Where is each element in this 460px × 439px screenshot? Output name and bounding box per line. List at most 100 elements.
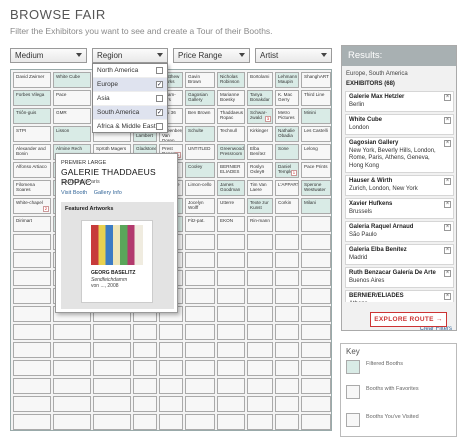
booth[interactable]: Pace [53,90,91,106]
booth[interactable]: Fitz-pat. [185,216,215,232]
booth[interactable] [247,306,273,322]
booth[interactable] [13,288,51,304]
booth[interactable]: David Zwirner [13,72,51,88]
booth[interactable] [275,306,299,322]
booth[interactable] [301,270,331,286]
visit-booth-link[interactable]: Visit Booth [61,190,87,196]
booth[interactable]: Pace Prints [301,162,331,178]
booth[interactable] [13,252,51,268]
booth[interactable]: Ben Brown [185,108,215,124]
booth[interactable] [93,324,131,340]
booth[interactable] [13,306,51,322]
booth[interactable] [275,252,299,268]
booth[interactable] [185,252,215,268]
booth[interactable]: Alexander and Bonin [13,144,51,160]
booth[interactable]: Corkin [275,198,299,214]
booth[interactable] [275,216,299,232]
booth[interactable]: Third Line [301,90,331,106]
booth[interactable] [185,270,215,286]
booth[interactable]: Minini [301,108,331,124]
booth[interactable] [301,396,331,412]
checkbox-europe[interactable]: ✓ [156,81,163,88]
booth[interactable] [53,360,91,376]
booth[interactable]: ShanghART [301,72,331,88]
booth[interactable] [13,360,51,376]
booth[interactable] [275,360,299,376]
booth[interactable] [53,378,91,394]
gallery-info-link[interactable]: Gallery Info [94,190,122,196]
region-option-south-america[interactable]: South America ✓ [93,106,167,120]
result-item[interactable]: White Cube London × [345,114,454,135]
checkbox-asia[interactable] [156,95,163,102]
booth[interactable]: Bortolami [247,72,273,88]
booth[interactable] [275,324,299,340]
region-option-africa-middle-east[interactable]: Africa & Middle East [93,120,167,134]
booth[interactable] [133,342,157,358]
booth[interactable] [275,378,299,394]
booth[interactable]: Nicholas Robinson [217,72,245,88]
booth[interactable]: Schulte [185,126,215,142]
booth[interactable] [185,414,215,430]
booth[interactable] [133,324,157,340]
booth[interactable]: Elba Benítez [247,144,273,160]
booth[interactable] [53,324,91,340]
booth[interactable] [185,306,215,322]
booth[interactable]: Filomena Soares [13,180,51,196]
booth[interactable] [159,360,183,376]
booth[interactable] [275,288,299,304]
booth[interactable]: Gagosian Gallery [185,90,215,106]
booth[interactable]: Utterre [217,198,245,214]
booth[interactable] [53,396,91,412]
booth[interactable] [13,270,51,286]
result-item[interactable]: Galerie Max Hetzler Berlin × [345,91,454,112]
result-item[interactable]: Ruth Benzacar Galería De Arte Buenos Aire… [345,267,454,288]
booth[interactable] [159,324,183,340]
booth[interactable] [275,234,299,250]
region-option-asia[interactable]: Asia [93,92,167,106]
remove-icon[interactable]: × [444,293,451,300]
booth[interactable]: Les Castelli [301,126,331,142]
booth[interactable] [13,324,51,340]
booth[interactable] [217,378,245,394]
booth[interactable] [217,270,245,286]
booth[interactable]: GMR [53,108,91,124]
artist-dropdown[interactable]: Artist [255,48,332,63]
booth[interactable] [185,234,215,250]
booth[interactable] [133,396,157,412]
artwork-card[interactable]: GEORG BASELITZ Sendfeichdamm von ..., 20… [81,220,153,303]
booth[interactable]: Schwar-zwald 3 [247,108,273,124]
booth[interactable] [133,378,157,394]
region-dropdown[interactable]: Region [92,48,168,63]
explore-route-button[interactable]: EXPLORE ROUTE → [370,312,447,327]
result-item[interactable]: Galeria Elba Benítez Madrid × [345,244,454,265]
booth[interactable] [275,342,299,358]
booth[interactable] [301,288,331,304]
result-item[interactable]: BERNIER/ELIADES Athens × [345,290,454,302]
remove-icon[interactable]: × [444,140,451,147]
booth[interactable] [217,360,245,376]
booth[interactable]: EKON [217,216,245,232]
medium-dropdown[interactable]: Medium [10,48,87,63]
booth[interactable] [185,288,215,304]
booth[interactable] [159,378,183,394]
remove-icon[interactable]: × [444,270,451,277]
booth[interactable]: Marianne Boesky [217,90,245,106]
booth[interactable] [247,234,273,250]
booth[interactable]: Sperone Westwater [301,180,331,196]
booth[interactable] [93,396,131,412]
booth[interactable]: L'APPART [275,180,299,196]
booth[interactable]: White-chapel 2 [13,198,51,214]
result-item[interactable]: Galeria Raquel Arnaud São Paulo × [345,221,454,242]
booth[interactable] [159,414,183,430]
remove-icon[interactable]: × [444,94,451,101]
booth[interactable] [301,360,331,376]
booth[interactable]: Metro Pictures [275,108,299,124]
booth[interactable] [185,378,215,394]
remove-icon[interactable]: × [444,247,451,254]
booth[interactable]: Tanya Bonakdar [247,90,273,106]
booth[interactable]: Milani [301,198,331,214]
booth[interactable] [185,396,215,412]
booth[interactable] [217,324,245,340]
booth[interactable] [185,324,215,340]
booth[interactable]: Triôn-guis [13,108,51,124]
